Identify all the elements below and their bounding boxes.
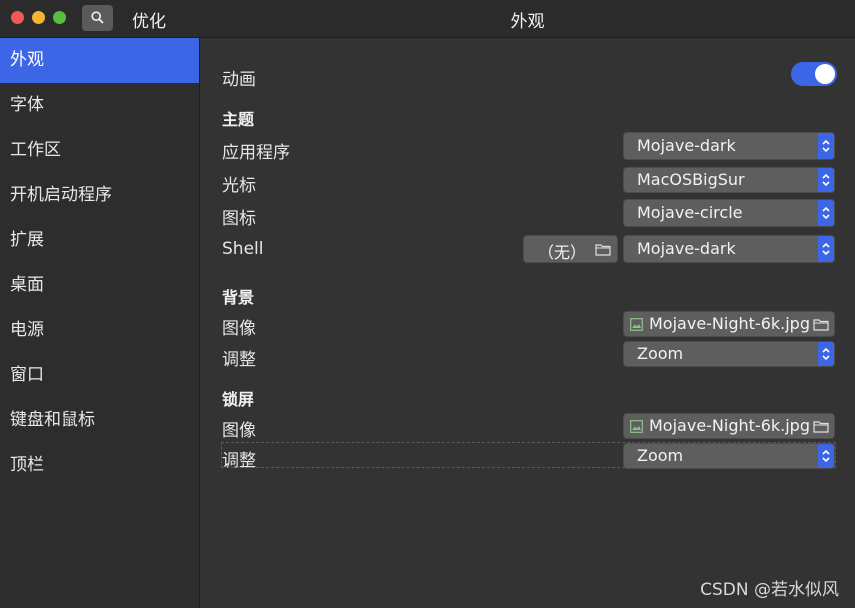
search-icon: [91, 11, 104, 24]
spin-arrows-icon: [818, 168, 834, 192]
applications-theme-select[interactable]: Mojave-dark: [623, 132, 835, 160]
image-file-icon: [630, 420, 643, 433]
applications-theme-value: Mojave-dark: [637, 136, 736, 155]
image-file-icon: [630, 318, 643, 331]
icons-theme-select[interactable]: Mojave-circle: [623, 199, 835, 227]
shell-theme-select[interactable]: Mojave-dark: [623, 235, 835, 263]
shell-theme-file-button[interactable]: （无）: [523, 235, 618, 263]
applications-theme-label: 应用程序: [222, 143, 290, 163]
sidebar: 外观 字体 工作区 开机启动程序 扩展 桌面 电源 窗口 键盘和鼠标 顶栏: [0, 38, 200, 608]
icons-theme-value: Mojave-circle: [637, 203, 743, 222]
sidebar-item-windows[interactable]: 窗口: [0, 353, 199, 398]
toggle-knob: [815, 64, 835, 84]
cursor-theme-label: 光标: [222, 176, 256, 196]
spin-arrows-icon: [818, 133, 834, 159]
spin-arrows-icon: [818, 236, 834, 262]
background-adjustment-select[interactable]: Zoom: [623, 341, 835, 367]
window-title: 外观: [510, 12, 545, 32]
minimize-window-button[interactable]: [32, 11, 45, 24]
sidebar-item-keyboard-mouse[interactable]: 键盘和鼠标: [0, 398, 199, 443]
sidebar-item-startup-applications[interactable]: 开机启动程序: [0, 173, 199, 218]
animation-label: 动画: [222, 70, 256, 90]
watermark: CSDN @若水似风: [700, 580, 839, 600]
sidebar-item-workspaces[interactable]: 工作区: [0, 128, 199, 173]
sidebar-item-power[interactable]: 电源: [0, 308, 199, 353]
background-adjustment-value: Zoom: [637, 344, 684, 363]
sidebar-item-extensions[interactable]: 扩展: [0, 218, 199, 263]
sidebar-item-desktop[interactable]: 桌面: [0, 263, 199, 308]
lock-screen-heading: 锁屏: [222, 390, 255, 409]
shell-theme-label: Shell: [222, 239, 264, 259]
maximize-window-button[interactable]: [53, 11, 66, 24]
close-window-button[interactable]: [11, 11, 24, 24]
lock-screen-adjustment-label: 调整: [222, 451, 256, 471]
animation-toggle[interactable]: [791, 62, 837, 86]
sidebar-item-appearance[interactable]: 外观: [0, 38, 199, 83]
background-heading: 背景: [222, 288, 255, 307]
folder-icon: [813, 421, 829, 433]
app-name: 优化: [132, 12, 166, 32]
lock-screen-image-file-button[interactable]: Mojave-Night-6k.jpg: [623, 413, 835, 439]
main-panel: 动画 主题 应用程序 Mojave-dark 光标 MacOSBigSur 图标…: [200, 38, 855, 608]
lock-screen-adjustment-select[interactable]: Zoom: [623, 443, 835, 469]
background-image-file-button[interactable]: Mojave-Night-6k.jpg: [623, 311, 835, 337]
background-image-label: 图像: [222, 319, 256, 339]
sidebar-item-top-bar[interactable]: 顶栏: [0, 443, 199, 488]
lock-screen-image-value: Mojave-Night-6k.jpg: [649, 416, 810, 435]
sidebar-item-fonts[interactable]: 字体: [0, 83, 199, 128]
background-adjustment-label: 调整: [222, 350, 256, 370]
spin-arrows-icon: [818, 200, 834, 226]
icons-theme-label: 图标: [222, 209, 256, 229]
folder-icon: [595, 244, 611, 256]
lock-screen-image-label: 图像: [222, 421, 256, 441]
background-image-value: Mojave-Night-6k.jpg: [649, 314, 810, 333]
shell-theme-file-value: （无）: [538, 243, 587, 262]
spin-arrows-icon: [818, 444, 834, 468]
cursor-theme-select[interactable]: MacOSBigSur: [623, 167, 835, 193]
search-button[interactable]: [82, 5, 113, 31]
cursor-theme-value: MacOSBigSur: [637, 170, 745, 189]
title-bar: 优化 外观: [0, 0, 855, 38]
folder-icon: [813, 319, 829, 331]
themes-heading: 主题: [222, 110, 255, 129]
shell-theme-value: Mojave-dark: [637, 239, 736, 258]
spin-arrows-icon: [818, 342, 834, 366]
lock-screen-adjustment-value: Zoom: [637, 446, 684, 465]
